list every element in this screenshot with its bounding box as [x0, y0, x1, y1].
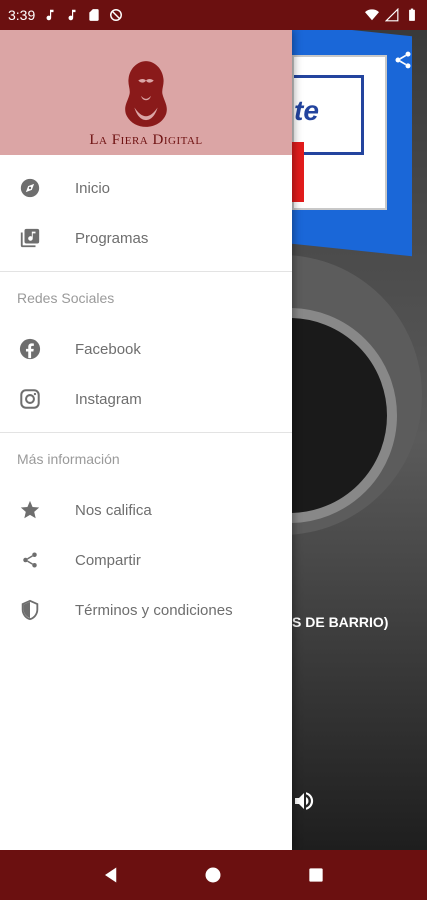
brand-name: La Fiera Digital — [89, 132, 203, 148]
library-music-icon — [18, 226, 42, 250]
menu-item-facebook[interactable]: Facebook — [0, 324, 292, 374]
player-background: te S DE BARRIO) — [292, 30, 427, 850]
share-icon — [18, 548, 42, 572]
share-icon[interactable] — [393, 50, 413, 70]
section-title-redes: Redes Sociales — [17, 290, 115, 306]
menu-item-programas[interactable]: Programas — [0, 213, 292, 263]
status-bar: 3:39 — [0, 0, 427, 30]
instagram-icon — [18, 387, 42, 411]
signal-icon — [385, 8, 399, 22]
menu-item-label: Compartir — [75, 551, 141, 569]
home-icon — [205, 867, 221, 883]
album-cover-text: te — [294, 95, 319, 126]
battery-icon — [409, 8, 415, 21]
no-disturb-icon — [110, 9, 123, 21]
recents-button[interactable] — [296, 855, 336, 895]
sd-card-icon — [89, 9, 99, 21]
back-icon — [105, 867, 117, 883]
music-note-icon — [46, 9, 54, 21]
status-icons-left — [43, 8, 123, 22]
lion-logo-icon — [125, 61, 167, 127]
menu-item-label: Términos y condiciones — [75, 601, 233, 619]
facebook-icon — [18, 337, 42, 361]
home-button[interactable] — [193, 855, 233, 895]
menu-item-label: Instagram — [75, 390, 142, 408]
menu-item-nos-califica[interactable]: Nos califica — [0, 485, 292, 535]
menu-item-label: Facebook — [75, 340, 141, 358]
system-nav-bar — [0, 850, 427, 900]
volume-icon[interactable] — [292, 789, 316, 813]
status-time: 3:39 — [8, 7, 36, 23]
menu-item-compartir[interactable]: Compartir — [0, 535, 292, 585]
recents-icon — [309, 868, 323, 882]
star-icon — [18, 498, 42, 522]
menu-item-instagram[interactable]: Instagram — [0, 374, 292, 424]
shield-icon — [18, 598, 42, 622]
menu-item-inicio[interactable]: Inicio — [0, 163, 292, 213]
drawer-header: La Fiera Digital — [0, 30, 292, 155]
menu-item-terminos[interactable]: Términos y condiciones — [0, 585, 292, 635]
menu-item-label: Programas — [75, 229, 149, 247]
section-title-mas-info: Más información — [17, 451, 120, 467]
track-title: S DE BARRIO) — [292, 614, 389, 630]
wifi-icon — [365, 9, 379, 21]
music-note-icon — [68, 9, 76, 21]
status-icons-right — [365, 8, 419, 22]
album-cover: te — [292, 55, 387, 210]
navigation-drawer: La Fiera Digital Inicio Programas Redes … — [0, 30, 292, 850]
compass-icon — [18, 176, 42, 200]
menu-item-label: Inicio — [75, 179, 111, 197]
back-button[interactable] — [91, 855, 131, 895]
album-cover-accent — [292, 142, 304, 202]
menu-item-label: Nos califica — [75, 501, 152, 519]
